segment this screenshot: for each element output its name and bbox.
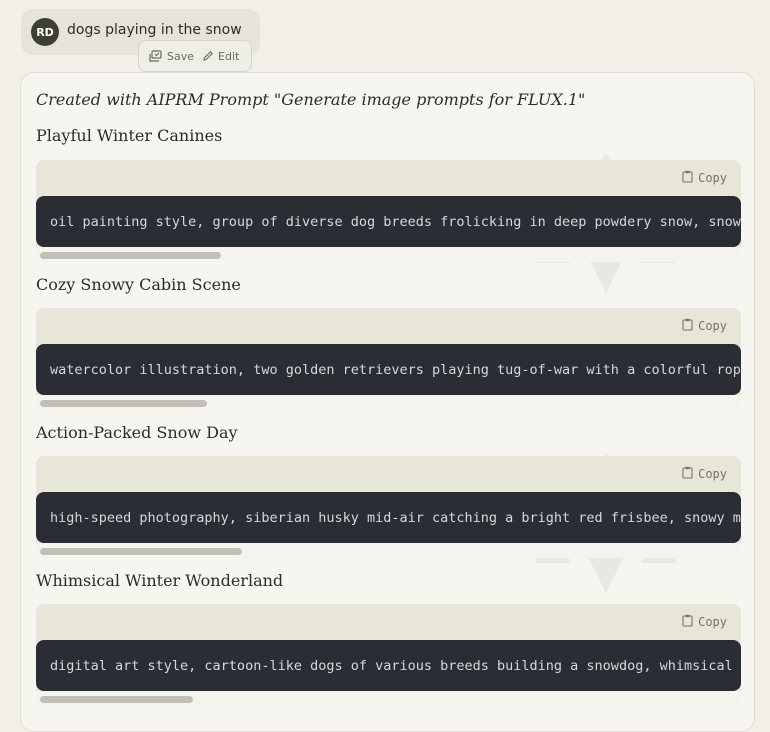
user-avatar[interactable]: RD xyxy=(31,18,59,46)
code-block: Copy watercolor illustration, two golden… xyxy=(36,308,741,410)
copy-button[interactable]: Copy xyxy=(682,614,727,630)
code-block: Copy oil painting style, group of divers… xyxy=(36,160,741,262)
save-button[interactable]: Save xyxy=(147,48,196,65)
clipboard-icon xyxy=(682,170,693,186)
scrollbar-thumb[interactable] xyxy=(40,400,207,407)
code-block: Copy digital art style, cartoon-like dog… xyxy=(36,604,741,706)
prompt-code-text: watercolor illustration, two golden retr… xyxy=(36,344,741,395)
clipboard-icon xyxy=(682,466,693,482)
horizontal-scrollbar[interactable] xyxy=(36,395,741,410)
save-label: Save xyxy=(167,49,195,63)
copy-button[interactable]: Copy xyxy=(682,466,727,482)
code-block: Copy high-speed photography, siberian hu… xyxy=(36,456,741,558)
save-icon xyxy=(149,49,163,63)
horizontal-scrollbar[interactable] xyxy=(36,247,741,262)
horizontal-scrollbar[interactable] xyxy=(36,543,741,558)
section-title: Cozy Snowy Cabin Scene xyxy=(36,275,241,294)
scrollbar-thumb[interactable] xyxy=(40,548,242,555)
scrollbar-thumb[interactable] xyxy=(40,696,193,703)
section-title: Playful Winter Canines xyxy=(36,126,223,145)
prompt-code-text: high-speed photography, siberian husky m… xyxy=(36,492,741,543)
copy-button[interactable]: Copy xyxy=(682,170,727,186)
pencil-icon xyxy=(202,50,214,62)
clipboard-icon xyxy=(682,614,693,630)
copy-label: Copy xyxy=(698,319,727,333)
aiprm-credit-line: Created with AIPRM Prompt "Generate imag… xyxy=(36,90,586,109)
section-title: Action-Packed Snow Day xyxy=(36,423,238,442)
prompt-code-text: digital art style, cartoon-like dogs of … xyxy=(36,640,741,691)
edit-button[interactable]: Edit xyxy=(200,48,241,65)
clipboard-icon xyxy=(682,318,693,334)
copy-label: Copy xyxy=(698,615,727,629)
horizontal-scrollbar[interactable] xyxy=(36,691,741,706)
prompt-code-text: oil painting style, group of diverse dog… xyxy=(36,196,741,247)
copy-label: Copy xyxy=(698,467,727,481)
section-title: Whimsical Winter Wonderland xyxy=(36,571,284,590)
response-card: AIPRM AIPRM Created with AIPRM Prompt "G… xyxy=(20,72,755,732)
message-actions: Save Edit xyxy=(138,40,252,72)
edit-label: Edit xyxy=(218,49,240,63)
user-message-text: dogs playing in the snow xyxy=(67,22,242,38)
copy-button[interactable]: Copy xyxy=(682,318,727,334)
scrollbar-thumb[interactable] xyxy=(40,252,221,259)
copy-label: Copy xyxy=(698,171,727,185)
